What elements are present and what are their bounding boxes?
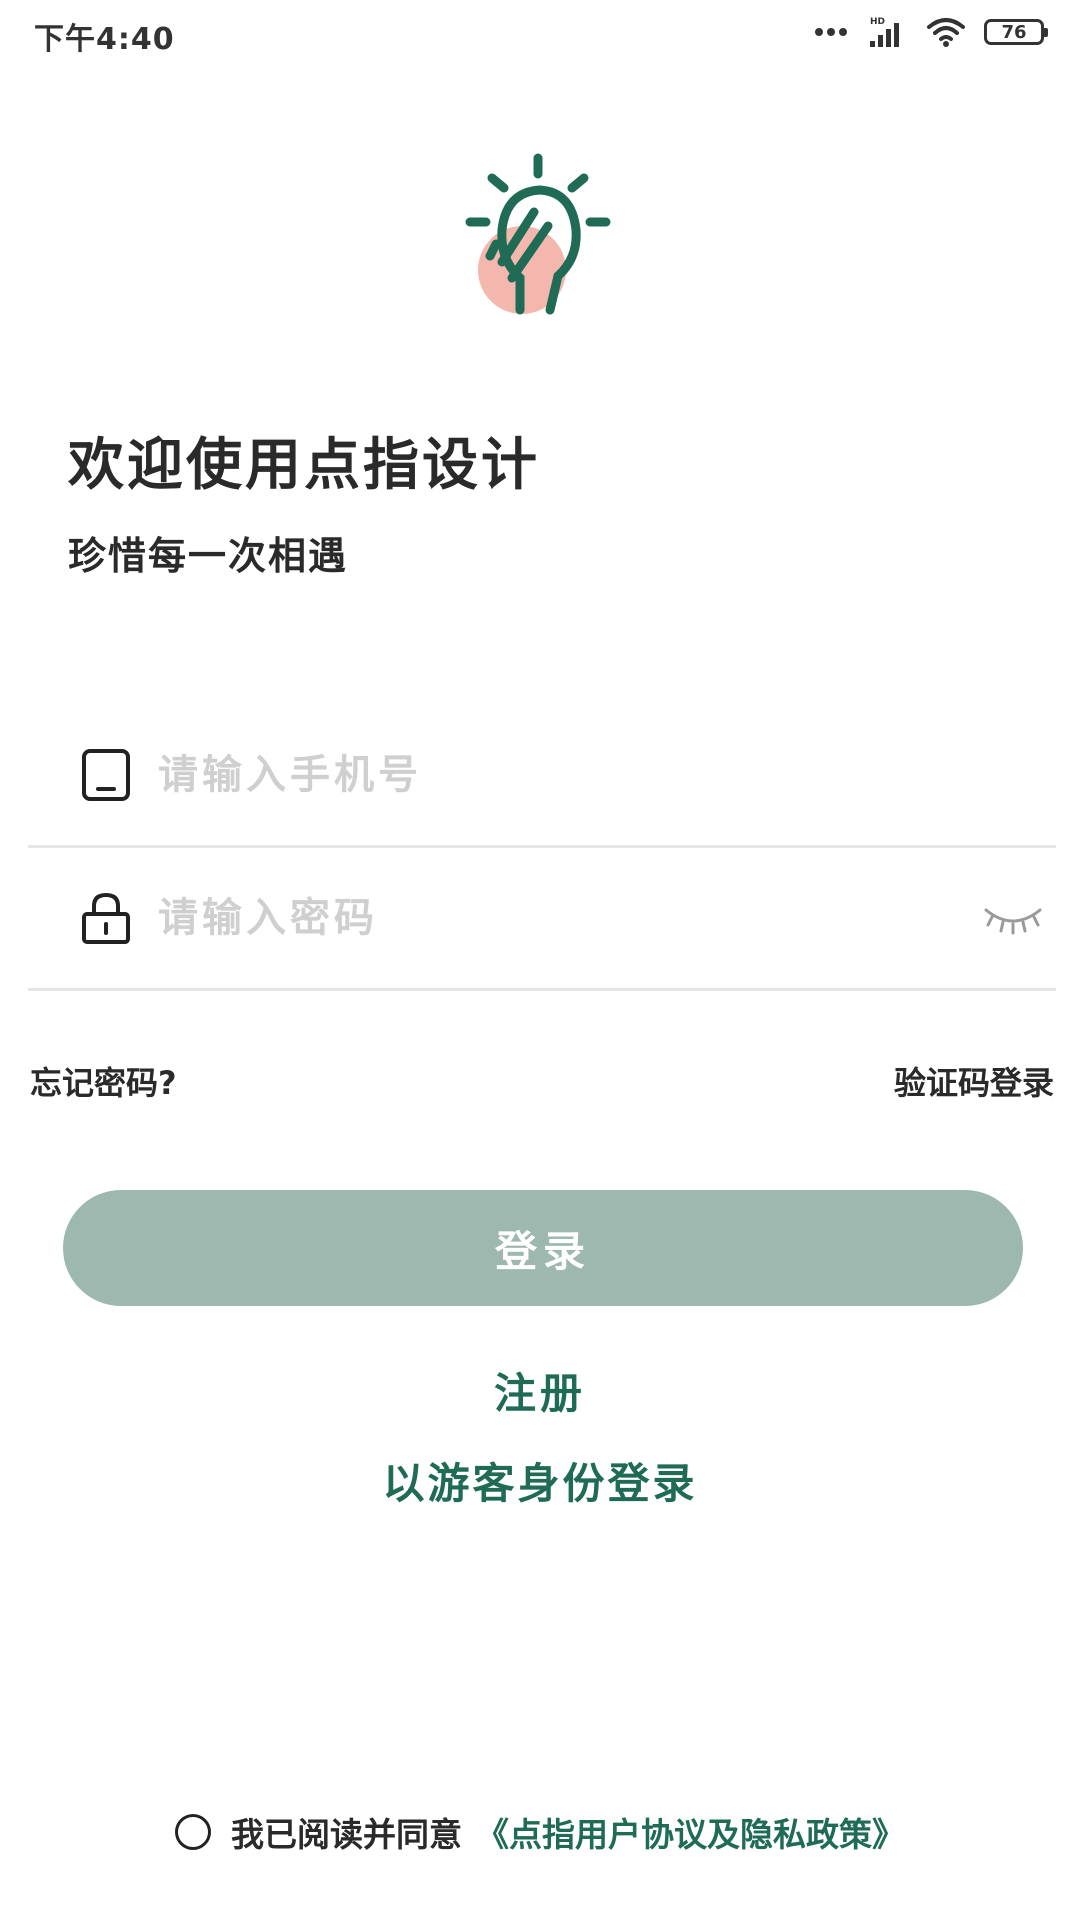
- phone-field: [28, 705, 1056, 848]
- login-screen: 下午4:40 HD 76 欢迎使用点指设计 珍惜每一次相遇 请输入手机号 忘记密…: [0, 0, 1080, 1920]
- login-button[interactable]: 登录: [63, 1190, 1023, 1306]
- battery-icon: 76: [984, 19, 1048, 45]
- page-title: 欢迎使用点指设计: [68, 433, 540, 498]
- hd-signal-icon: HD: [870, 17, 899, 47]
- register-link[interactable]: 注册: [0, 1360, 1080, 1421]
- password-field: [28, 848, 1056, 991]
- status-time: 下午4:40: [34, 22, 175, 57]
- lightbulb-hand-logo: [465, 153, 611, 315]
- more-dots-icon: [815, 28, 847, 36]
- agree-radio[interactable]: [175, 1814, 211, 1850]
- password-input[interactable]: [158, 882, 958, 954]
- eye-closed-icon[interactable]: [978, 892, 1048, 942]
- agreement-link[interactable]: 《点指用户协议及隐私政策》: [476, 1808, 905, 1856]
- battery-level: 76: [1001, 21, 1027, 43]
- phone-input[interactable]: [158, 739, 958, 811]
- guest-login-link[interactable]: 以游客身份登录: [0, 1450, 1080, 1511]
- wifi-icon: [927, 18, 965, 47]
- page-subtitle: 珍惜每一次相遇: [68, 534, 349, 578]
- agreement-row: 我已阅读并同意 《点指用户协议及隐私政策》: [0, 1808, 1080, 1856]
- phone-icon: [82, 749, 130, 801]
- status-bar: 下午4:40 HD 76: [0, 0, 1080, 70]
- svg-text:HD: HD: [870, 17, 885, 27]
- agreement-text: 我已阅读并同意: [231, 1815, 462, 1854]
- status-icons: HD 76: [814, 14, 1048, 50]
- code-login-link[interactable]: 验证码登录: [894, 1058, 1054, 1104]
- forgot-password-link[interactable]: 忘记密码?: [30, 1058, 177, 1104]
- lock-icon: [82, 892, 130, 944]
